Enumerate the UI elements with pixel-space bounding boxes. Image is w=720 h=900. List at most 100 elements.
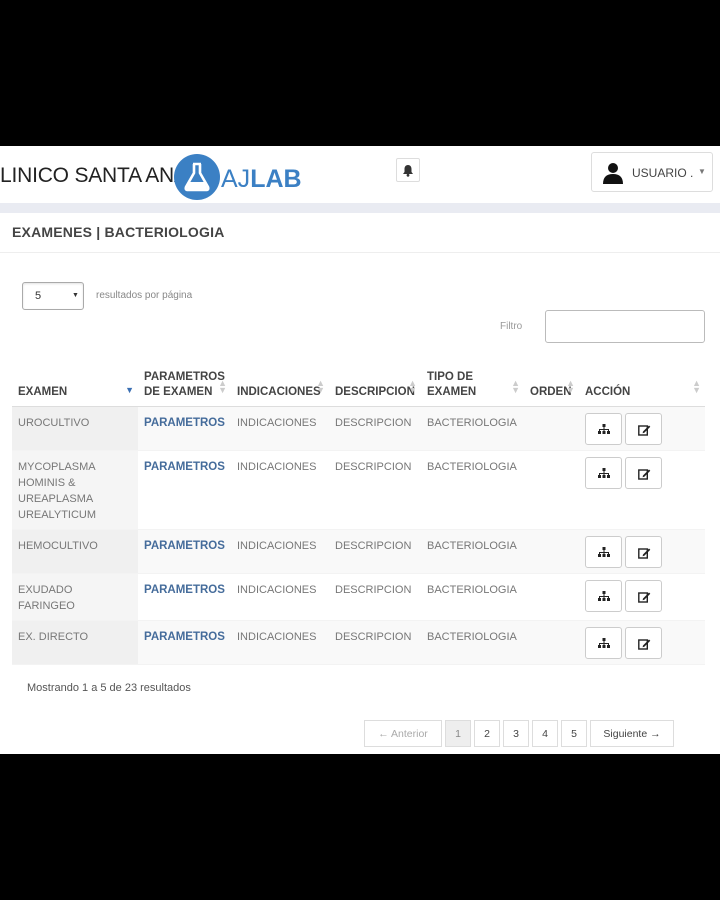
cell-examen: MYCOPLASMA HOMINIS & UREAPLASMA UREALYTI… [12,450,138,530]
cell-orden [524,529,579,574]
per-page-label: resultados por página [96,290,193,301]
page-button-2[interactable]: 2 [474,720,500,747]
column-header-parametros[interactable]: PARAMETROS DE EXAMEN ▲ ▼ [138,362,231,407]
cell-examen: EX. DIRECTO [12,620,138,665]
cell-actions [579,406,705,451]
notifications-button[interactable] [396,158,420,182]
structure-button[interactable] [585,579,622,612]
edit-button[interactable] [625,412,662,445]
cell-examen: HEMOCULTIVO [12,529,138,574]
page-button-5[interactable]: 5 [561,720,587,747]
cell-actions [579,529,705,574]
column-header-label: DESCRIPCION [335,385,415,398]
results-info: Mostrando 1 a 5 de 23 resultados [27,682,191,694]
column-header-label: TIPO DE EXAMEN [427,370,477,398]
cell-orden [524,450,579,530]
table-row: HEMOCULTIVO PARAMETROS INDICACIONES DESCRIP… [12,529,705,574]
user-menu-button[interactable]: USUARIO . ▼ [591,152,713,192]
select-arrow-icon: ▼ [72,292,79,299]
cell-orden [524,573,579,621]
edit-button[interactable] [625,626,662,659]
column-header-orden[interactable]: ORDEN ▲ ▼ [524,362,579,407]
filter-label: Filtro [500,321,523,332]
sort-both-icon: ▲ ▼ [692,377,701,395]
per-page-value: 5 [35,290,42,302]
table-header-row: EXAMEN ▼ PARAMETROS DE EXAMEN ▲ ▼ INDICACIO… [12,362,705,407]
page-button-1[interactable]: 1 [445,720,471,747]
cell-indicaciones: INDICACIONES [231,620,329,665]
cell-orden [524,406,579,451]
per-page-select[interactable]: 5 ▼ [22,282,84,310]
flask-logo-icon [174,154,220,200]
structure-button[interactable] [585,412,622,445]
cell-descripcion: DESCRIPCION [329,573,421,621]
table-row: EXUDADO FARINGEO PARAMETROS INDICACIONES DE… [12,573,705,621]
table-row: MYCOPLASMA HOMINIS & UREAPLASMA UREALYTI… [12,450,705,530]
filter-input[interactable] [545,310,705,343]
title-divider [0,252,720,253]
cell-tipo: BACTERIOLOGIA [421,620,524,665]
sort-both-icon: ▲ ▼ [511,377,520,395]
brand-lab: LAB [250,165,302,193]
cell-actions [579,573,705,621]
cell-tipo: BACTERIOLOGIA [421,529,524,574]
cell-descripcion: DESCRIPCION [329,620,421,665]
next-page-button[interactable]: Siguiente → [590,720,674,747]
column-header-descripcion[interactable]: DESCRIPCION ▲ ▼ [329,362,421,407]
column-header-label: ACCIÓN [585,385,631,398]
cell-indicaciones: INDICACIONES [231,573,329,621]
page-title: EXAMENES | BACTERIOLOGIA [12,224,225,240]
edit-button[interactable] [625,579,662,612]
parametros-link[interactable]: PARAMETROS [138,573,231,621]
caret-down-icon: ▼ [698,167,706,176]
sort-both-icon: ▲ ▼ [316,377,325,395]
structure-button[interactable] [585,535,622,568]
table-row: EX. DIRECTO PARAMETROS INDICACIONES DESCRIP… [12,620,705,665]
clinic-name: LINICO SANTA ANA [0,164,188,187]
parametros-link[interactable]: PARAMETROS [138,450,231,530]
cell-indicaciones: INDICACIONES [231,406,329,451]
column-header-label: PARAMETROS DE EXAMEN [144,370,225,398]
table-row: UROCULTIVO PARAMETROS INDICACIONES DESCRIPC… [12,406,705,451]
structure-button[interactable] [585,456,622,489]
column-header-examen[interactable]: EXAMEN ▼ [12,362,138,407]
exams-table: EXAMEN ▼ PARAMETROS DE EXAMEN ▲ ▼ INDICACIO… [12,362,705,665]
column-header-tipo[interactable]: TIPO DE EXAMEN ▲ ▼ [421,362,524,407]
structure-button[interactable] [585,626,622,659]
cell-indicaciones: INDICACIONES [231,450,329,530]
cell-actions [579,620,705,665]
user-name-label: USUARIO . [632,166,694,180]
top-navbar: LINICO SANTA ANA AJLAB USUARIO . ▼ [0,146,720,203]
cell-tipo: BACTERIOLOGIA [421,450,524,530]
edit-button[interactable] [625,535,662,568]
brand-aj: AJ [221,165,251,193]
edit-button[interactable] [625,456,662,489]
cell-descripcion: DESCRIPCION [329,450,421,530]
column-header-accion[interactable]: ACCIÓN ▲ ▼ [579,362,705,407]
parametros-link[interactable]: PARAMETROS [138,406,231,451]
sort-both-icon: ▲ ▼ [218,377,227,395]
user-icon [603,163,623,184]
column-header-indicaciones[interactable]: INDICACIONES ▲ ▼ [231,362,329,407]
cell-indicaciones: INDICACIONES [231,529,329,574]
sort-desc-icon: ▼ [125,384,134,395]
page-button-3[interactable]: 3 [503,720,529,747]
page-button-4[interactable]: 4 [532,720,558,747]
app-screen: LINICO SANTA ANA AJLAB USUARIO . ▼ EXAME… [0,146,720,754]
parametros-link[interactable]: PARAMETROS [138,620,231,665]
cell-tipo: BACTERIOLOGIA [421,573,524,621]
parametros-link[interactable]: PARAMETROS [138,529,231,574]
column-header-label: INDICACIONES [237,385,321,398]
cell-tipo: BACTERIOLOGIA [421,406,524,451]
cell-examen: EXUDADO FARINGEO [12,573,138,621]
cell-actions [579,450,705,530]
bell-icon [403,164,413,177]
sort-both-icon: ▲ ▼ [566,377,575,395]
pagination: ← Anterior 1 2 3 4 5 Siguiente → [364,720,677,747]
cell-descripcion: DESCRIPCION [329,406,421,451]
header-divider [0,203,720,213]
sort-both-icon: ▲ ▼ [408,377,417,395]
cell-orden [524,620,579,665]
cell-examen: UROCULTIVO [12,406,138,451]
previous-page-button[interactable]: ← Anterior [364,720,442,747]
